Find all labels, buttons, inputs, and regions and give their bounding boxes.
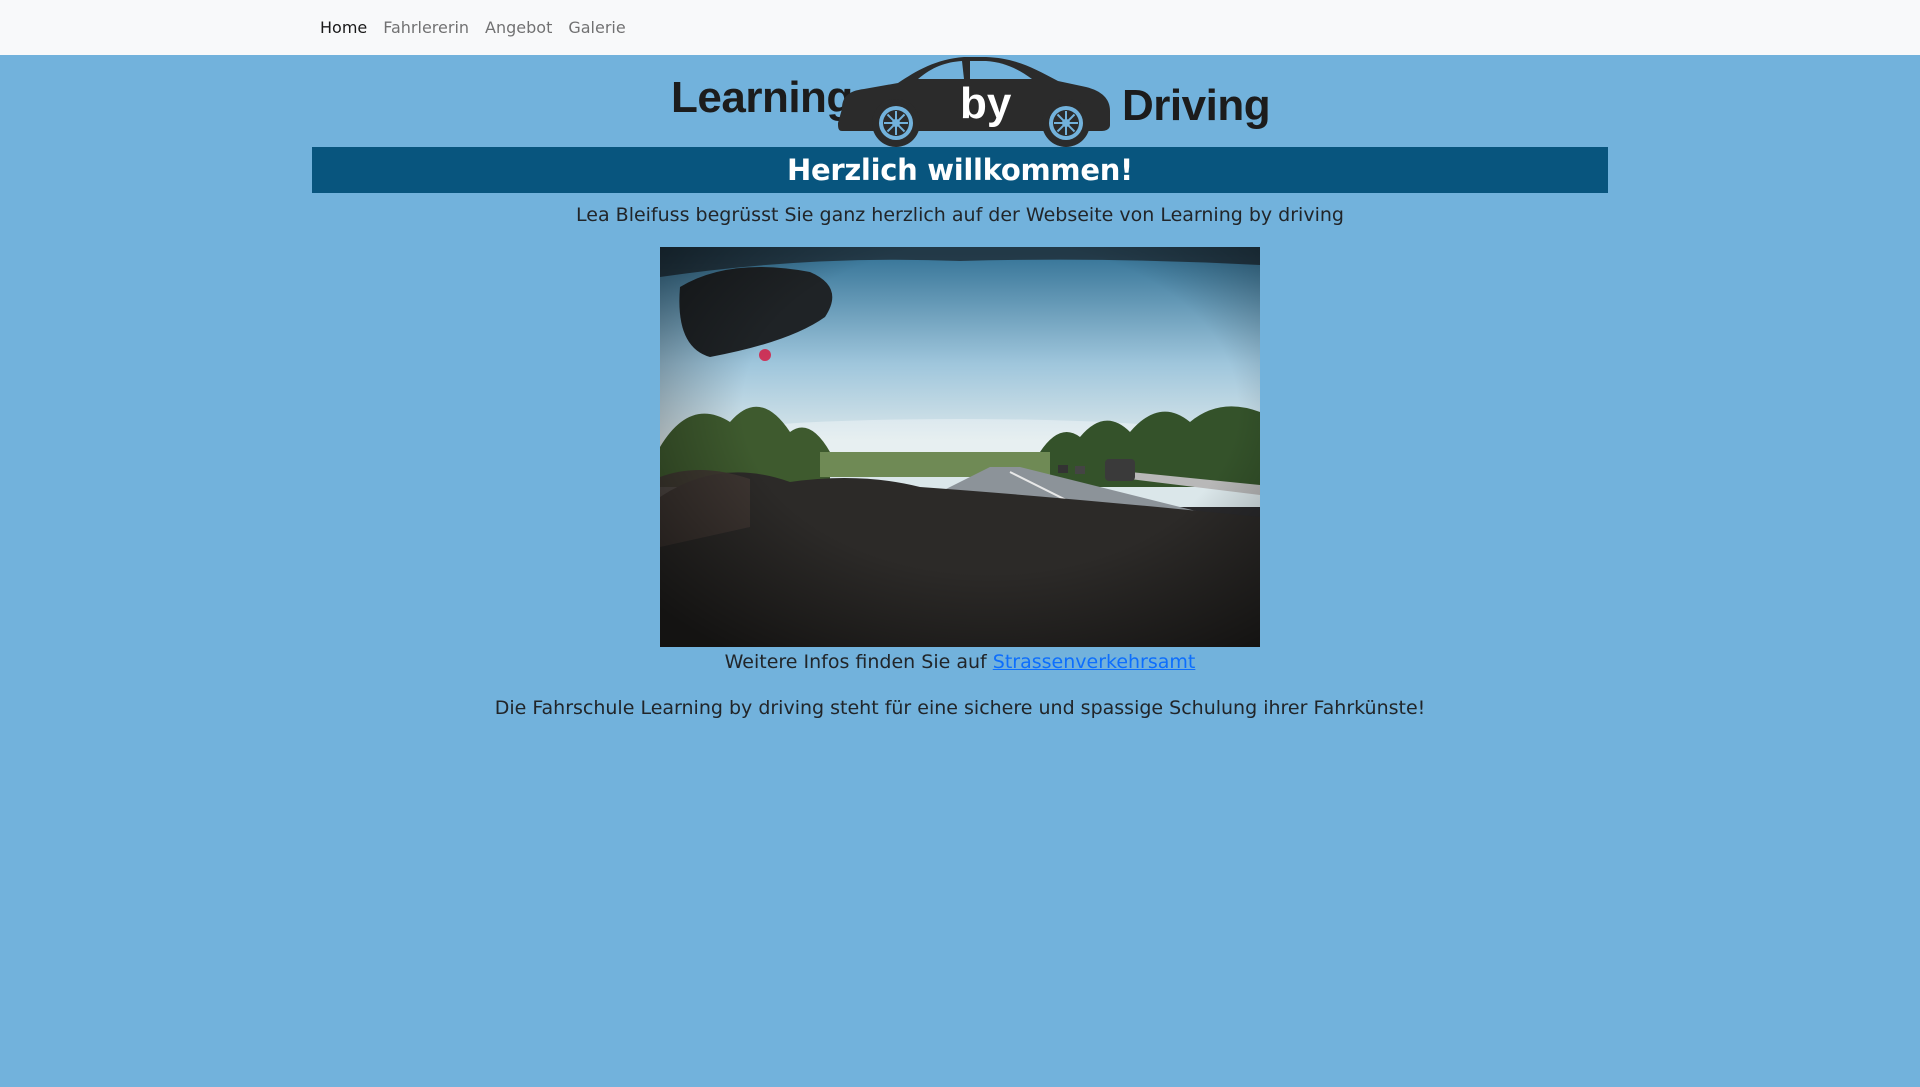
welcome-banner: Herzlich willkommen! [312,147,1608,193]
page-title: Herzlich willkommen! [787,153,1133,187]
logo-word-by: by [960,79,1012,128]
site-logo: Learning by Driving [668,53,1271,149]
nav-item-galerie: Galerie [560,0,633,55]
nav-link-home[interactable]: Home [312,0,375,55]
nav-item-home: Home [312,0,375,55]
nav-item-angebot: Angebot [477,0,560,55]
tagline-text: Die Fahrschule Learning by driving steht… [494,697,1426,719]
info-prefix: Weitere Infos finden Sie auf [724,651,987,673]
greeting-text: Lea Bleifuss begrüsst Sie ganz herzlich … [576,204,1344,226]
nav-link-galerie[interactable]: Galerie [560,0,633,55]
nav-list: Home Fahrlererin Angebot Galerie [312,0,634,55]
logo-word-learning: Learning [671,73,853,122]
nav-link-fahrlererin[interactable]: Fahrlererin [375,0,477,55]
nav-link-angebot[interactable]: Angebot [477,0,560,55]
nav-item-fahrlererin: Fahrlererin [375,0,477,55]
driving-photo [660,247,1260,647]
logo-word-driving: Driving [1122,81,1271,130]
top-navbar: Home Fahrlererin Angebot Galerie [0,0,1920,55]
info-line: Weitere Infos finden Sie auf Strassenver… [0,651,1920,673]
strassenverkehrsamt-link[interactable]: Strassenverkehrsamt [993,651,1196,673]
